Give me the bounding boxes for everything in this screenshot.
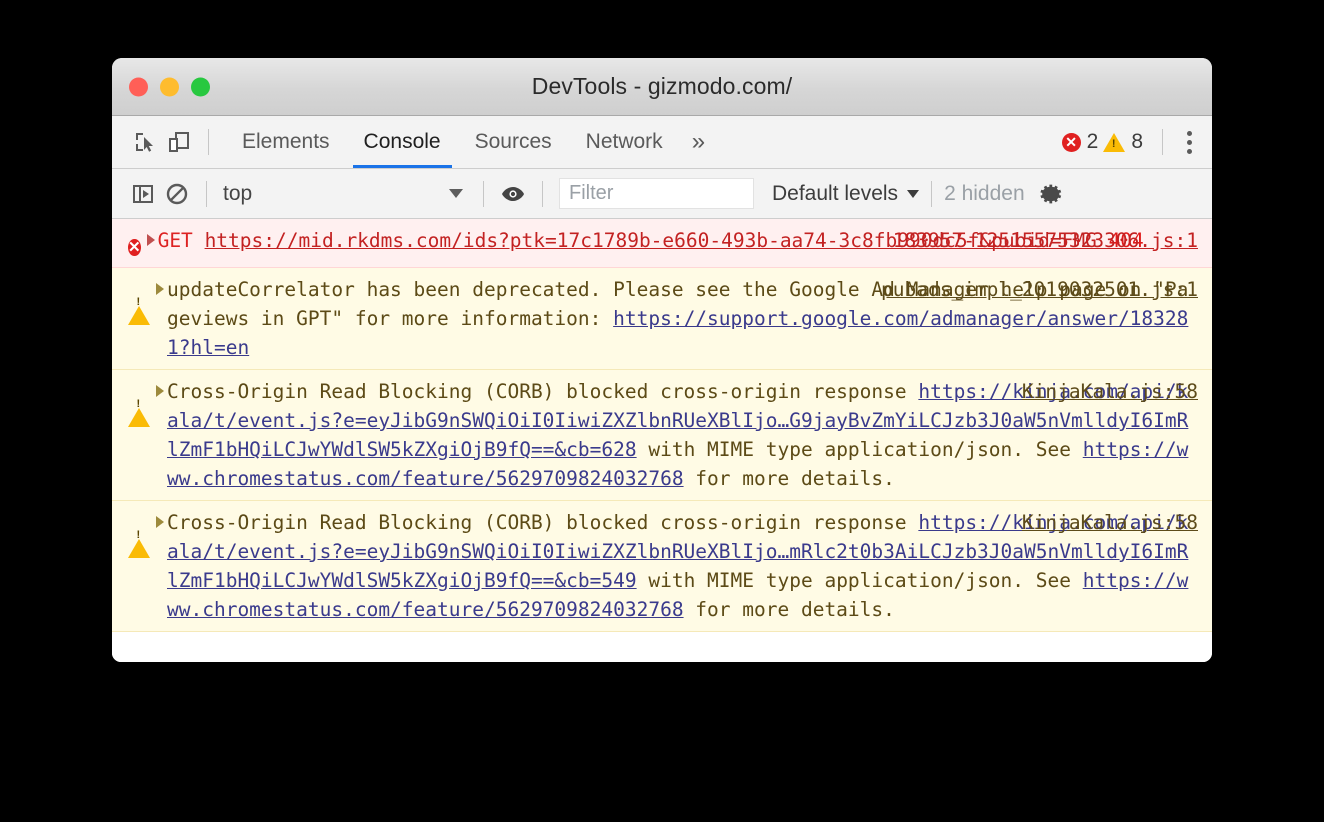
device-toolbar-icon[interactable]: [162, 125, 196, 159]
error-circle-icon: ✕: [128, 239, 141, 256]
message-body-mid: with MIME type application/json. See: [636, 569, 1083, 592]
warning-counter[interactable]: 8: [1103, 130, 1148, 154]
kebab-menu-icon[interactable]: [1177, 130, 1202, 154]
warning-triangle-icon: [128, 280, 150, 325]
tab-elements[interactable]: Elements: [225, 116, 347, 168]
eye-icon[interactable]: [496, 177, 530, 211]
tab-sources[interactable]: Sources: [458, 116, 569, 168]
message-body-after: for more details.: [683, 467, 895, 490]
inspect-element-icon[interactable]: [128, 125, 162, 159]
console-message-text: Cross-Origin Read Blocking (CORB) blocke…: [167, 508, 1198, 624]
warning-triangle-icon: [128, 513, 150, 558]
tab-elements-label: Elements: [242, 130, 330, 153]
filter-placeholder: Filter: [569, 182, 614, 204]
message-body: Cross-Origin Read Blocking (CORB) blocke…: [167, 380, 919, 403]
toolbar-divider: [206, 180, 207, 207]
window-title: DevTools - gizmodo.com/: [531, 73, 793, 99]
console-message-row[interactable]: Cross-Origin Read Blocking (CORB) blocke…: [112, 501, 1212, 632]
log-levels-label: Default levels: [772, 181, 899, 205]
source-location-link[interactable]: 183957-12515575323306.js:1: [883, 226, 1198, 255]
source-location-link[interactable]: KinjaKala.js:58: [1012, 508, 1198, 537]
tab-sources-label: Sources: [474, 130, 552, 153]
execution-context-selector[interactable]: top: [219, 179, 471, 209]
message-body: Cross-Origin Read Blocking (CORB) blocke…: [167, 511, 919, 534]
chevron-down-icon: [907, 189, 920, 198]
devtools-tabbar: Elements Console Sources Network » ✕ 2 !…: [112, 116, 1212, 169]
toolbar-divider: [1162, 129, 1163, 155]
console-message-text: GET https://mid.rkdms.com/ids?ptk=17c178…: [158, 226, 1198, 255]
clear-console-icon[interactable]: [160, 177, 194, 211]
toolbar-divider: [542, 180, 543, 207]
disclosure-triangle-icon[interactable]: [156, 516, 164, 528]
toolbar-divider: [931, 180, 933, 207]
disclosure-triangle-icon[interactable]: [146, 234, 155, 246]
minimize-window-button[interactable]: [160, 77, 179, 96]
error-counter[interactable]: ✕ 2: [1061, 130, 1104, 154]
maximize-window-button[interactable]: [191, 77, 210, 96]
console-toolbar: top Filter Default levels 2 hidden: [112, 169, 1212, 219]
screenshot-stage: DevTools - gizmodo.com/ Elements Console…: [0, 0, 1324, 822]
tab-network[interactable]: Network: [569, 116, 680, 168]
source-location-link[interactable]: KinjaKala.js:58: [1012, 377, 1198, 406]
gear-icon[interactable]: [1035, 177, 1069, 211]
chevron-down-icon: [449, 189, 463, 198]
toolbar-divider: [208, 129, 209, 155]
console-message-text: Cross-Origin Read Blocking (CORB) blocke…: [167, 377, 1198, 493]
warning-triangle-icon: [1103, 132, 1126, 152]
message-body-mid: with MIME type application/json. See: [636, 438, 1083, 461]
toolbar-divider: [483, 180, 484, 207]
warning-count-label: 8: [1131, 130, 1143, 153]
devtools-window: DevTools - gizmodo.com/ Elements Console…: [112, 58, 1212, 662]
error-count-label: 2: [1086, 130, 1099, 153]
message-body-after: for more details.: [683, 598, 895, 621]
tab-console-label: Console: [363, 130, 441, 153]
source-location-link[interactable]: pubads_impl_2019032501.js:1: [871, 275, 1198, 304]
console-message-text: updateCorrelator has been deprecated. Pl…: [167, 275, 1198, 362]
hidden-messages-label: 2 hidden: [944, 181, 1025, 205]
traffic-light-group: [129, 77, 210, 96]
error-circle-icon: ✕: [1061, 132, 1081, 152]
close-window-button[interactable]: [129, 77, 148, 96]
tab-network-label: Network: [585, 130, 663, 153]
filter-input[interactable]: Filter: [559, 178, 754, 209]
tabbar-right-group: ✕ 2 8: [1061, 129, 1212, 155]
disclosure-triangle-icon[interactable]: [156, 283, 164, 295]
console-message-list[interactable]: ✕ GET https://mid.rkdms.com/ids?ptk=17c1…: [112, 219, 1212, 662]
panel-tabs: Elements Console Sources Network »: [225, 116, 717, 168]
warning-triangle-icon: [128, 382, 150, 427]
disclosure-triangle-icon[interactable]: [156, 385, 164, 397]
console-message-row[interactable]: ✕ GET https://mid.rkdms.com/ids?ptk=17c1…: [112, 219, 1212, 268]
log-levels-selector[interactable]: Default levels: [772, 181, 920, 206]
show-console-sidebar-icon[interactable]: [126, 177, 160, 211]
window-titlebar: DevTools - gizmodo.com/: [112, 58, 1212, 116]
execution-context-label: top: [223, 181, 253, 205]
console-message-row[interactable]: Cross-Origin Read Blocking (CORB) blocke…: [112, 370, 1212, 501]
tab-console[interactable]: Console: [347, 116, 458, 168]
more-tabs-label: »: [691, 128, 706, 155]
console-message-row[interactable]: updateCorrelator has been deprecated. Pl…: [112, 268, 1212, 370]
more-tabs-chevron-icon[interactable]: »: [680, 116, 717, 168]
request-method: GET: [157, 229, 193, 252]
